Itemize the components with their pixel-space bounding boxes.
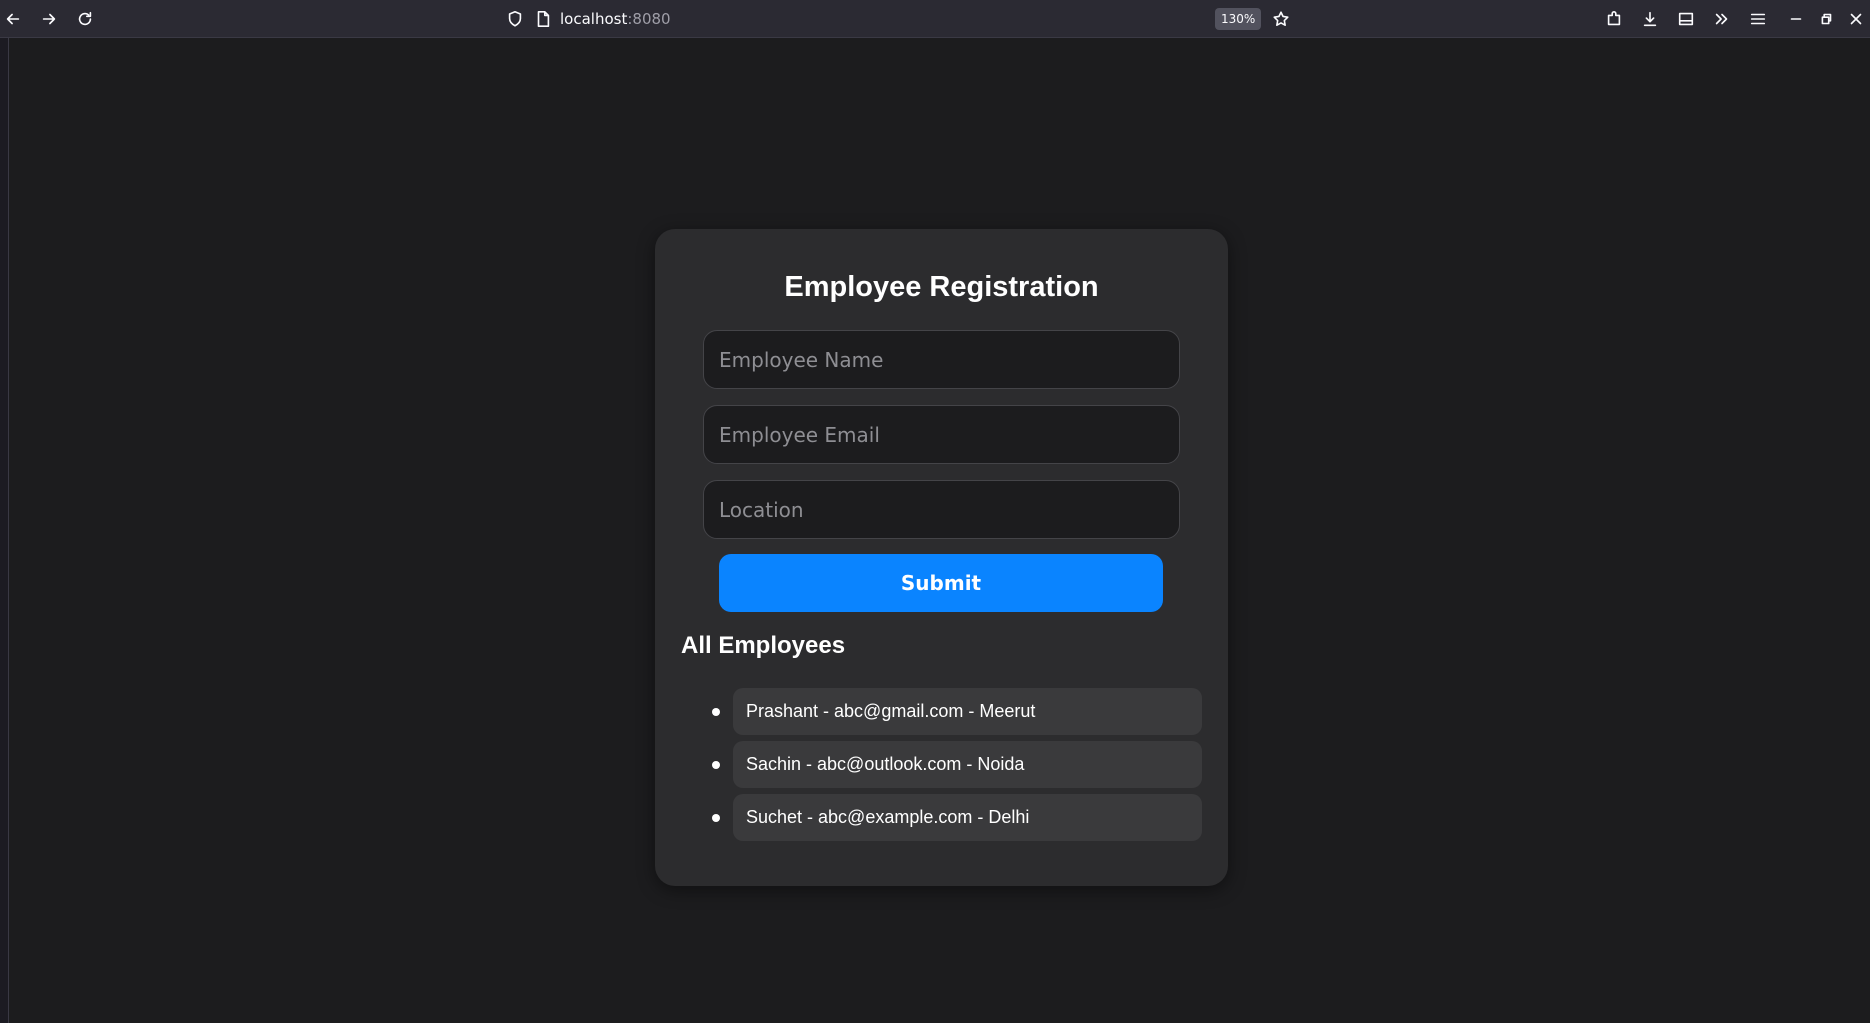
bullet-icon: [712, 708, 720, 716]
page-viewport: Employee Registration Submit All Employe…: [8, 38, 1870, 1023]
browser-toolbar: localhost:8080 130%: [0, 0, 1870, 38]
zoom-level-badge[interactable]: 130%: [1215, 8, 1262, 30]
employee-email-input[interactable]: [703, 405, 1180, 464]
submit-button[interactable]: Submit: [719, 554, 1163, 612]
page-icon: [530, 6, 556, 32]
back-arrow-icon[interactable]: [0, 6, 26, 32]
location-input[interactable]: [703, 480, 1180, 539]
employees-heading: All Employees: [681, 632, 846, 659]
shield-icon[interactable]: [502, 6, 528, 32]
employee-entry: Suchet - abc@example.com - Delhi: [733, 794, 1202, 841]
url-bar[interactable]: localhost:8080: [560, 4, 671, 34]
forward-arrow-icon[interactable]: [36, 6, 62, 32]
employee-entry: Sachin - abc@outlook.com - Noida: [733, 741, 1202, 788]
bullet-icon: [712, 814, 720, 822]
restore-icon[interactable]: [1813, 6, 1839, 32]
url-host: localhost: [560, 10, 628, 28]
url-port: :8080: [627, 10, 671, 28]
page-title: Employee Registration: [784, 271, 1099, 303]
extensions-icon[interactable]: [1601, 6, 1627, 32]
reload-icon[interactable]: [72, 6, 98, 32]
star-icon[interactable]: [1268, 6, 1294, 32]
menu-icon[interactable]: [1745, 6, 1771, 32]
overflow-icon[interactable]: [1709, 6, 1735, 32]
download-icon[interactable]: [1637, 6, 1663, 32]
employee-name-input[interactable]: [703, 330, 1180, 389]
sidebar-icon[interactable]: [1673, 6, 1699, 32]
minimize-icon[interactable]: [1783, 6, 1809, 32]
registration-card: Employee Registration Submit All Employe…: [655, 229, 1228, 886]
close-icon[interactable]: [1843, 6, 1869, 32]
employee-entry: Prashant - abc@gmail.com - Meerut: [733, 688, 1202, 735]
bullet-icon: [712, 761, 720, 769]
